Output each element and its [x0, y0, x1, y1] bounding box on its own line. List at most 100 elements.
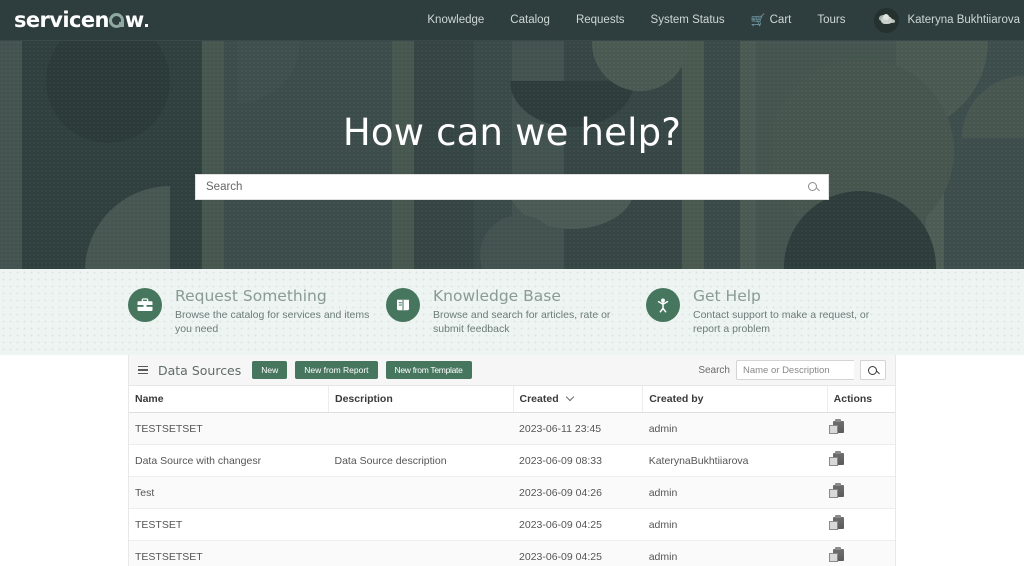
search-icon	[868, 365, 877, 375]
briefcase-icon	[128, 288, 162, 322]
column-header-name[interactable]: Name	[129, 386, 329, 413]
cell-created: 2023-06-09 04:25	[513, 508, 643, 541]
data-sources-table: Name Description Created Created by Acti…	[129, 386, 895, 566]
new-from-template-button[interactable]: New from Template	[385, 360, 472, 380]
cell-description	[328, 476, 514, 509]
column-header-created[interactable]: Created	[513, 386, 644, 413]
table-row[interactable]: TESTSET 2023-06-09 04:25 admin	[129, 508, 895, 541]
nav-item-catalog[interactable]: Catalog	[497, 0, 563, 41]
cell-actions	[827, 476, 895, 509]
load-data-icon[interactable]	[829, 547, 845, 562]
table-body: TESTSETSET 2023-06-11 23:45 admin Data S…	[129, 412, 895, 566]
servicenow-o-icon	[109, 12, 125, 28]
shopping-cart-icon: 🛒	[750, 12, 766, 27]
column-header-created-label: Created	[519, 393, 559, 405]
quicklink-get-help[interactable]: Get Help Contact support to make a reque…	[646, 286, 876, 355]
cell-description	[328, 412, 514, 445]
column-header-name-label: Name	[135, 393, 164, 405]
cell-created-by: admin	[642, 476, 828, 509]
chevron-down-icon	[565, 392, 574, 402]
quicklink-request-something[interactable]: Request Something Browse the catalog for…	[128, 286, 386, 355]
table-row[interactable]: Test 2023-06-09 04:26 admin	[129, 476, 895, 509]
cell-created: 2023-06-09 04:25	[513, 540, 643, 566]
table-header-row: Name Description Created Created by Acti…	[129, 386, 895, 413]
load-data-icon[interactable]	[829, 483, 845, 498]
table-header: Name Description Created Created by Acti…	[129, 386, 895, 413]
quicklink-knowledge-base[interactable]: Knowledge Base Browse and search for art…	[386, 286, 646, 355]
quicklink-description: Browse the catalog for services and item…	[175, 309, 370, 335]
quicklink-title: Knowledge Base	[433, 287, 561, 305]
column-header-description[interactable]: Description	[328, 386, 514, 413]
nav-item-cart[interactable]: 🛒 Cart	[738, 0, 805, 41]
quicklink-title: Get Help	[693, 287, 761, 305]
quicklink-description: Browse and search for articles, rate or …	[433, 309, 611, 335]
column-header-created-by[interactable]: Created by	[642, 386, 828, 413]
panel-toolbar: Data Sources New New from Report New fro…	[129, 355, 895, 386]
quicklink-text-group: Knowledge Base Browse and search for art…	[433, 286, 639, 355]
new-button[interactable]: New	[252, 360, 288, 380]
quicklink-text-group: Get Help Contact support to make a reque…	[693, 286, 876, 355]
cell-created: 2023-06-09 04:26	[513, 476, 643, 509]
cell-created: 2023-06-11 23:45	[513, 412, 643, 445]
column-header-actions-label: Actions	[833, 393, 873, 405]
hero-banner: How can we help?	[0, 41, 1024, 269]
logo-dot-icon	[145, 23, 149, 27]
quick-links-section: Request Something Browse the catalog for…	[0, 269, 1024, 355]
panel-search-input[interactable]	[736, 360, 854, 380]
user-name-label: Kateryna Bukhtiiarova	[907, 14, 1020, 26]
load-data-icon[interactable]	[829, 451, 845, 466]
cell-actions	[827, 540, 895, 566]
cell-name[interactable]: TESTSETSET	[129, 412, 329, 445]
table-row[interactable]: TESTSETSET 2023-06-09 04:25 admin	[129, 540, 895, 566]
cell-name[interactable]: TESTSETSET	[129, 540, 329, 566]
top-navigation-links: Knowledge Catalog Requests System Status…	[414, 0, 1024, 41]
cell-created: 2023-06-09 08:33	[513, 444, 643, 477]
hero-search-box[interactable]	[195, 173, 829, 200]
nav-item-tours[interactable]: Tours	[804, 0, 858, 41]
cell-name[interactable]: Test	[129, 476, 329, 509]
nav-item-system-status[interactable]: System Status	[638, 0, 738, 41]
cell-actions	[827, 412, 895, 445]
cell-name[interactable]: Data Source with changesr	[129, 444, 329, 477]
data-sources-panel: Data Sources New New from Report New fro…	[128, 355, 896, 566]
user-menu[interactable]: Kateryna Bukhtiiarova	[858, 7, 1024, 33]
table-row[interactable]: TESTSETSET 2023-06-11 23:45 admin	[129, 412, 895, 445]
quicklink-text-group: Request Something Browse the catalog for…	[175, 286, 381, 355]
panel-search-label: Search	[698, 364, 730, 376]
cell-description	[328, 508, 514, 541]
avatar	[874, 7, 900, 33]
load-data-icon[interactable]	[829, 515, 845, 530]
cell-created-by: admin	[642, 508, 828, 541]
column-header-created-by-label: Created by	[649, 393, 704, 405]
data-sources-panel-wrapper: Data Sources New New from Report New fro…	[0, 355, 1024, 566]
page-title: How can we help?	[342, 110, 682, 154]
column-header-description-label: Description	[335, 393, 393, 405]
book-icon	[386, 288, 420, 322]
hero-search-input[interactable]	[206, 180, 808, 193]
panel-search-group: Search	[698, 360, 886, 380]
panel-search-button[interactable]	[860, 360, 886, 380]
cell-created-by: admin	[642, 412, 828, 445]
nav-item-requests[interactable]: Requests	[563, 0, 638, 41]
new-from-report-button[interactable]: New from Report	[295, 360, 378, 380]
logo-text-part1: service	[14, 7, 95, 32]
search-icon[interactable]	[808, 182, 817, 191]
hero-dot-overlay	[0, 41, 1024, 269]
cell-actions	[827, 444, 895, 477]
nav-item-knowledge[interactable]: Knowledge	[414, 0, 497, 41]
cell-created-by: admin	[642, 540, 828, 566]
servicenow-logo[interactable]: service n w	[14, 7, 149, 32]
quicklink-description: Contact support to make a request, or re…	[693, 309, 870, 335]
logo-text-part3: w	[124, 7, 144, 32]
table-row[interactable]: Data Source with changesr Data Source de…	[129, 444, 895, 477]
quicklink-title: Request Something	[175, 287, 327, 305]
panel-title: Data Sources	[158, 362, 242, 378]
person-help-icon	[646, 288, 680, 322]
column-header-actions: Actions	[827, 386, 895, 413]
cell-actions	[827, 508, 895, 541]
cell-description	[328, 540, 514, 566]
nav-item-cart-label: Cart	[769, 13, 792, 26]
cell-name[interactable]: TESTSET	[129, 508, 329, 541]
hamburger-icon[interactable]	[136, 364, 150, 376]
load-data-icon[interactable]	[829, 419, 845, 434]
